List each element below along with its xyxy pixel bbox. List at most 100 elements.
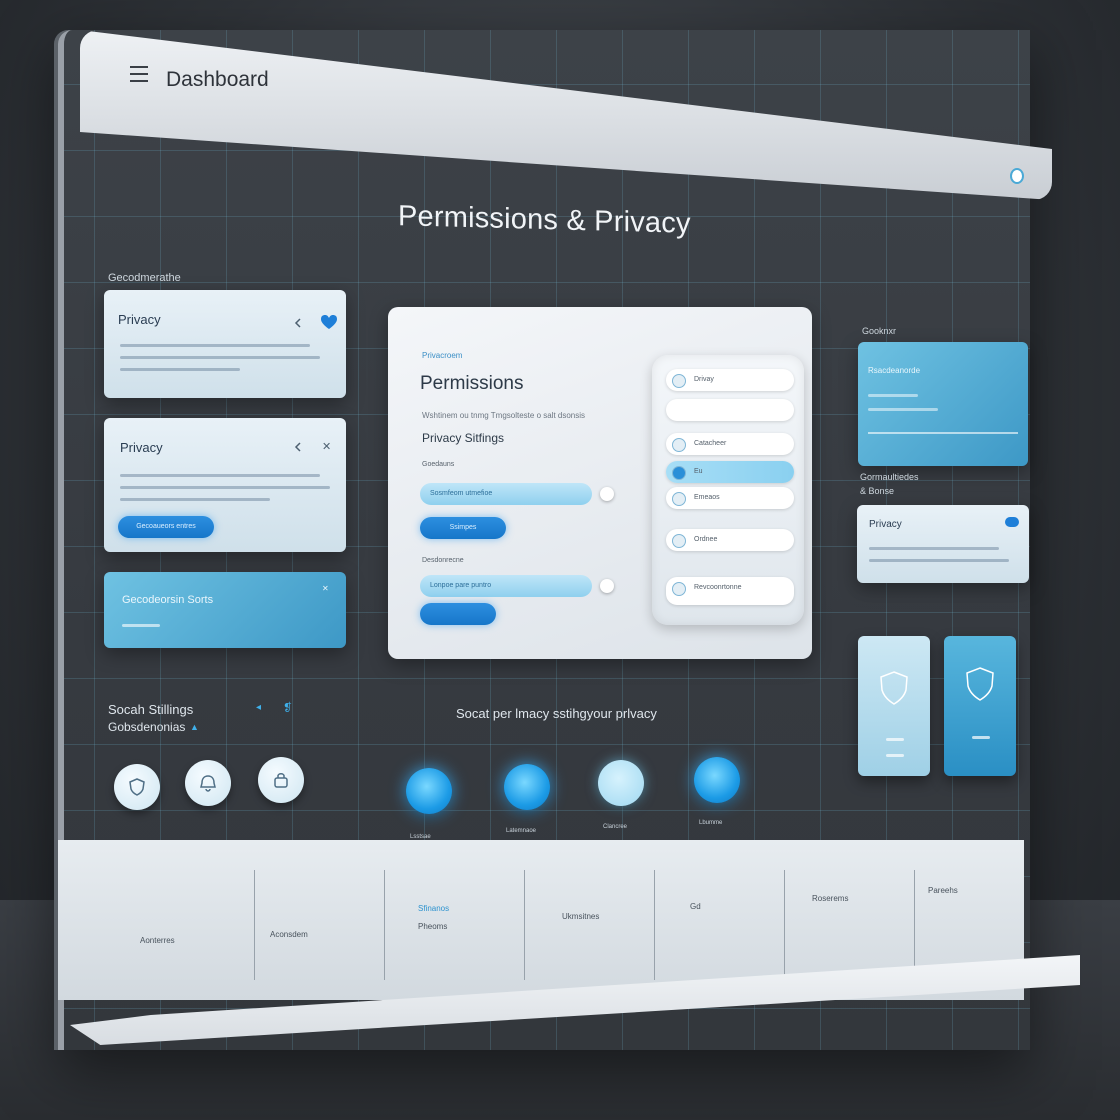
blue-card[interactable]: Gecodeorsin Sorts ✕ — [104, 572, 346, 648]
text-line — [120, 368, 240, 371]
heart-icon[interactable] — [320, 314, 338, 330]
indicator-bar — [886, 754, 904, 757]
toggle-knob — [672, 466, 686, 480]
toggle-row[interactable]: Emeaos — [666, 487, 794, 509]
left-group-label: Gecodmerathe — [108, 272, 181, 284]
text-line — [868, 394, 918, 397]
chevron-left-icon[interactable] — [294, 318, 302, 328]
right-mid-label: Gormaultiedes — [860, 472, 919, 482]
glow-button[interactable] — [694, 757, 740, 803]
card-title: Rsacdeanorde — [868, 366, 921, 375]
strip-cell[interactable]: Sfinanos Pheoms — [384, 870, 525, 980]
shield-icon — [880, 671, 908, 705]
right-blue-card[interactable]: Rsacdeanorde — [858, 342, 1028, 466]
privacy-field[interactable]: Lonpoe pare puntro — [420, 575, 592, 597]
fingerprint-icon — [966, 667, 994, 701]
card-title: Gecodeorsin Sorts — [122, 594, 214, 606]
menu-icon[interactable] — [130, 66, 148, 87]
panel-eyebrow: Privacroem — [422, 351, 463, 360]
toggle-label: Catacheer — [694, 440, 727, 447]
toggle-row[interactable]: Catacheer — [666, 433, 794, 455]
toggle-knob[interactable] — [600, 579, 614, 593]
strip-head: Sfinanos — [418, 904, 450, 913]
lock-icon — [274, 773, 288, 788]
toggle-row[interactable]: Drivay — [666, 369, 794, 391]
circle-label: Clancree — [603, 824, 628, 830]
group-label: Goedauns — [422, 461, 455, 468]
text-line — [120, 486, 330, 489]
text-line — [120, 474, 320, 477]
card-action-button[interactable]: Gecoaueors entres — [118, 516, 214, 538]
toggle-row[interactable]: Revcoonrtonne — [666, 577, 794, 605]
right-top-label: Gooknxr — [862, 326, 897, 336]
privacy-card-2[interactable]: Privacy ✕ Gecoaueors entres — [104, 418, 346, 552]
toggle-column: Drivay Catacheer Eu Emeaos Ordnee Revcoo… — [652, 355, 804, 625]
indicator-bar — [972, 736, 990, 739]
toggle-knob — [672, 534, 686, 548]
toggle-label: Drivay — [694, 376, 714, 383]
secondary-button[interactable] — [420, 603, 496, 625]
strip-cell[interactable]: Ukmsitnes — [524, 870, 655, 980]
toggle-label: Eu — [694, 468, 703, 475]
glow-button[interactable] — [406, 768, 452, 814]
toggle-knob — [672, 492, 686, 506]
shield-card[interactable] — [858, 636, 930, 776]
section-title: Privacy Sitfings — [422, 431, 505, 445]
right-mid-sub: & Bonse — [860, 486, 895, 496]
chevron-left-icon[interactable] — [294, 442, 302, 452]
privacy-card-1[interactable]: Privacy — [104, 290, 346, 398]
toggle-label: Ordnee — [694, 536, 718, 543]
text-line — [120, 498, 270, 501]
strip-text: Ukmsitnes — [562, 912, 600, 921]
privacy-field[interactable]: Sosmfeom utmefioe — [420, 483, 592, 505]
glow-button[interactable] — [598, 760, 644, 806]
top-bar-content: Dashboard — [80, 30, 1052, 210]
shield-card[interactable] — [944, 636, 1016, 776]
glow-button[interactable] — [504, 764, 550, 810]
toggle-circle[interactable] — [114, 764, 160, 810]
text-line — [869, 547, 999, 550]
panel-title: Permissions — [420, 373, 524, 394]
strip-cell[interactable]: Aonterres — [124, 870, 255, 980]
settings-icon[interactable]: ✕ — [322, 440, 331, 453]
toggle-row[interactable] — [666, 399, 794, 421]
toggle-knob[interactable] — [600, 487, 614, 501]
card-title: Privacy — [120, 440, 163, 455]
strip-text: Gd — [690, 902, 701, 911]
app-title: Dashboard — [166, 68, 269, 91]
text-line — [122, 624, 160, 627]
toggle-row[interactable]: Ordnee — [666, 529, 794, 551]
panel-subtitle: Wshtinem ou tnmg Tmgsolteste o salt dson… — [422, 411, 586, 420]
strip-cell[interactable]: Aconsdem — [254, 870, 385, 980]
search-icon[interactable] — [1010, 168, 1024, 184]
strip-cell[interactable]: Gd — [654, 870, 785, 980]
bell-icon — [200, 775, 216, 792]
settings-sub: Gobsdenonias — [108, 720, 186, 734]
text-line — [120, 356, 320, 359]
toggle-row[interactable]: Eu — [666, 461, 794, 483]
privacy-card-right[interactable]: Privacy — [857, 505, 1029, 583]
toggle-knob — [672, 582, 686, 596]
toggle-circle[interactable] — [258, 757, 304, 803]
shield-icon — [129, 778, 145, 796]
close-icon[interactable]: ✕ — [322, 584, 329, 593]
toggle-knob — [672, 438, 686, 452]
toggle-circle[interactable] — [185, 760, 231, 806]
toggle-label: Revcoonrtonne — [694, 584, 742, 591]
slider-track[interactable] — [868, 432, 1018, 434]
indicator-bar — [886, 738, 904, 741]
toggle-switch[interactable] — [1005, 517, 1019, 527]
settings-label: Socah Stillings — [108, 702, 194, 717]
toggle-knob — [672, 374, 686, 388]
strip-text: Aonterres — [140, 936, 175, 945]
toggle-label: Emeaos — [694, 494, 720, 501]
strip-text: Pheoms — [418, 922, 448, 931]
caret-up-icon[interactable]: ▲ — [190, 722, 199, 732]
text-line — [868, 408, 938, 411]
strip-text: Aconsdem — [270, 930, 308, 939]
text-line — [869, 559, 1009, 562]
primary-button[interactable]: Ssimpes — [420, 517, 506, 539]
link-icon[interactable]: ❡ — [283, 701, 292, 714]
share-icon[interactable]: ◂ — [256, 702, 261, 713]
search-hint: Socat per lmacy sstihgyour prlvacy — [456, 706, 657, 721]
